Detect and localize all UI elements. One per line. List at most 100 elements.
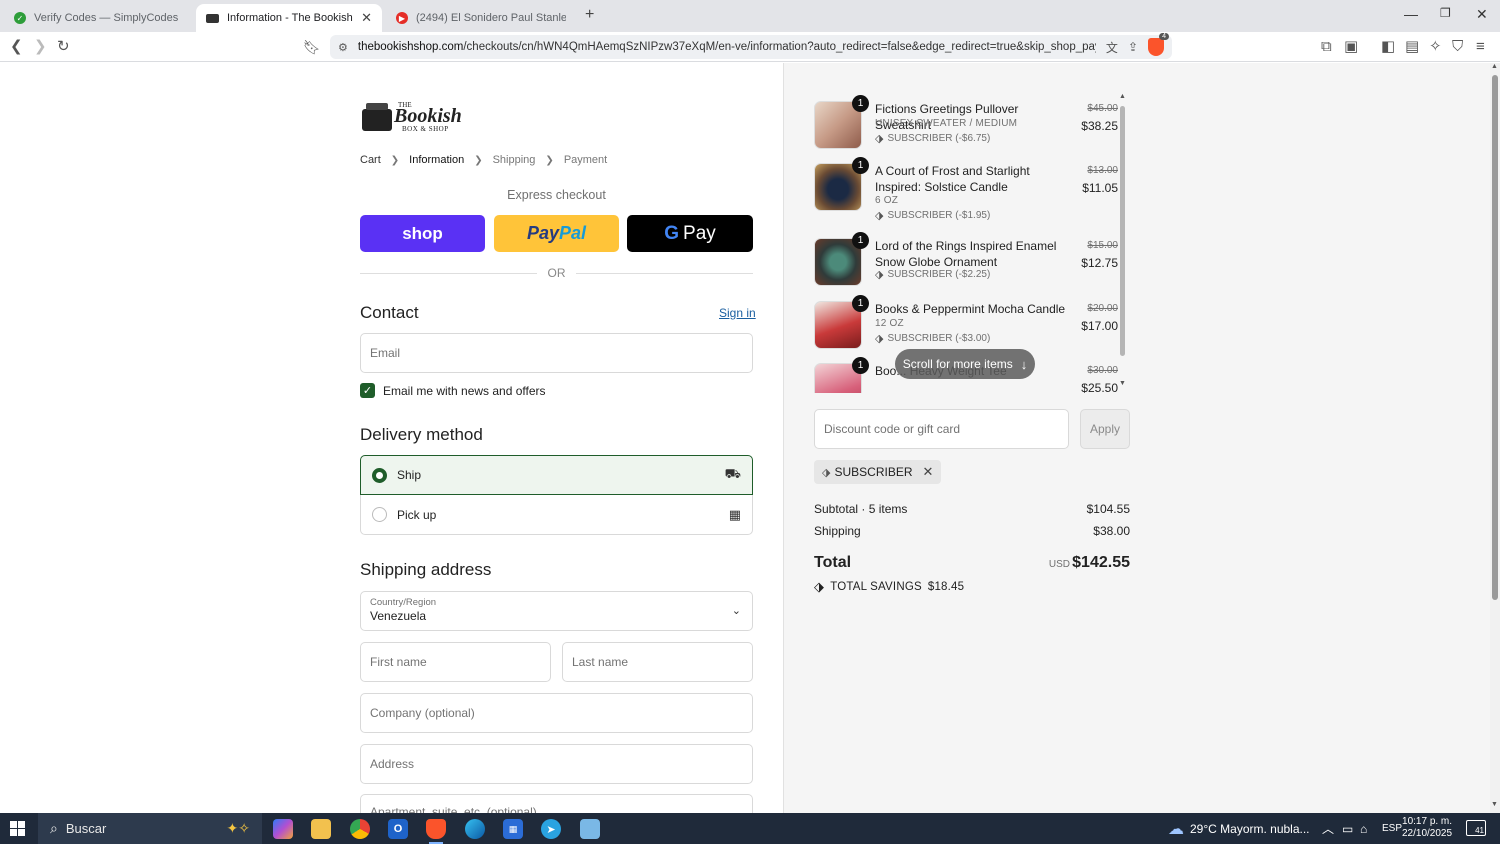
menu-icon[interactable]: ≡ <box>1476 38 1485 56</box>
file-explorer-icon[interactable] <box>311 819 331 839</box>
scroll-for-more-button[interactable]: Scroll for more items ↓ <box>895 349 1035 379</box>
windows-start-icon[interactable] <box>10 821 25 836</box>
wallet-icon[interactable]: ▤ <box>1405 38 1419 56</box>
forward-icon[interactable]: ❯ <box>34 38 47 56</box>
product-discount: ⬗ SUBSCRIBER (-$2.25) <box>875 268 990 281</box>
scroll-up-icon[interactable]: ▲ <box>1491 63 1498 70</box>
screenshot-icon[interactable]: ▣ <box>1344 38 1358 56</box>
page-scrollbar[interactable]: ▲ ▼ <box>1490 63 1500 813</box>
scroll-down-icon[interactable]: ▼ <box>1119 380 1126 387</box>
delivery-option-ship[interactable]: Ship ⛟ <box>360 455 753 495</box>
company-input[interactable] <box>370 706 743 720</box>
breadcrumb-cart[interactable]: Cart <box>360 154 381 166</box>
notepad-icon[interactable] <box>580 819 600 839</box>
language-indicator[interactable]: ESP <box>1382 813 1402 844</box>
shop-logo[interactable]: THE Bookish BOX & SHOP <box>362 101 462 135</box>
extensions-icon[interactable]: ⧉ <box>1321 38 1332 56</box>
share-icon[interactable]: ⇪ <box>1128 40 1138 54</box>
last-name-input[interactable] <box>572 655 743 669</box>
address-bar[interactable]: ⚙ thebookishshop.com/checkouts/cn/hWN4Qm… <box>330 33 1172 59</box>
discount-code-field[interactable] <box>814 409 1069 449</box>
window-close-icon[interactable]: ✕ <box>1476 6 1488 23</box>
newsletter-checkbox-row[interactable]: ✓ Email me with news and offers <box>360 383 546 398</box>
paypal-button[interactable]: Pay Pal <box>494 215 619 252</box>
list-item: 1 Lord of the Rings Inspired Enamel Snow… <box>814 232 1118 298</box>
translate-icon[interactable]: 文 <box>1106 39 1118 56</box>
back-icon[interactable]: ❮ <box>10 38 23 56</box>
product-name: Books & Peppermint Mocha Candle <box>875 302 1066 316</box>
apartment-input[interactable] <box>370 805 743 813</box>
email-input[interactable] <box>370 346 743 360</box>
close-tab-icon[interactable]: ✕ <box>361 10 372 26</box>
last-name-field[interactable] <box>562 642 753 682</box>
items-scrollbar[interactable]: ▲ ▼ <box>1119 93 1126 387</box>
notifications-icon[interactable]: 41 <box>1466 820 1486 836</box>
site-info-icon[interactable]: ⚙ <box>338 41 348 54</box>
cart-items-list[interactable]: 1 Fictions Greetings Pullover Sweatshirt… <box>814 93 1130 393</box>
product-variant: 12 OZ <box>875 318 904 329</box>
network-icon[interactable]: ⌂ <box>1360 813 1367 844</box>
scroll-down-icon[interactable]: ▼ <box>1491 801 1498 808</box>
minimize-icon[interactable]: — <box>1404 6 1418 22</box>
tray-overflow-icon[interactable]: ︿ <box>1322 813 1334 844</box>
edge-icon[interactable] <box>465 819 485 839</box>
brave-browser-icon[interactable] <box>426 819 446 844</box>
country-select[interactable]: Country/Region Venezuela ⌄ <box>360 591 753 631</box>
leo-ai-icon[interactable]: ✧ <box>1429 38 1442 56</box>
weather-widget[interactable]: ☁ 29°C Mayorm. nubla... <box>1168 813 1310 844</box>
tab-bookish-shop[interactable]: Information - The Bookish Shop ✕ <box>196 4 382 32</box>
chrome-icon[interactable] <box>350 819 370 839</box>
microsoft-store-icon[interactable]: ▦ <box>503 819 523 839</box>
shop-pay-button[interactable]: shop <box>360 215 485 252</box>
reload-icon[interactable]: ↻ <box>57 38 70 56</box>
apply-button[interactable]: Apply <box>1080 409 1130 449</box>
delivery-option-pickup[interactable]: Pick up ▦ <box>360 495 753 535</box>
taskbar-search[interactable]: ⌕ Buscar ✦✧ <box>38 813 262 844</box>
email-field[interactable] <box>360 333 753 373</box>
vpn-icon[interactable]: ⛉ <box>1452 38 1463 56</box>
restore-icon[interactable]: ❐ <box>1440 6 1451 20</box>
quantity-badge: 1 <box>852 157 869 174</box>
bookmark-icon[interactable]: 🔖︎ <box>303 38 321 56</box>
tag-icon: ⬗ <box>875 133 884 145</box>
url-text[interactable]: thebookishshop.com/checkouts/cn/hWN4QmHA… <box>358 41 1096 53</box>
first-name-field[interactable] <box>360 642 551 682</box>
simplycodes-favicon-icon: ✓ <box>14 12 26 24</box>
divider-line <box>576 273 753 274</box>
new-tab-icon[interactable]: + <box>585 6 594 24</box>
chevron-right-icon: ❯ <box>390 154 400 166</box>
telegram-icon[interactable]: ➤ <box>541 819 561 839</box>
windows-taskbar: ⌕ Buscar ✦✧ O ▦ ➤ ☁ 29°C Mayorm. nubla..… <box>0 813 1500 844</box>
shipping-row: Shipping $38.00 <box>814 524 1130 538</box>
tab-simplycodes[interactable]: ✓ Verify Codes — SimplyCodes <box>4 4 194 32</box>
outlook-icon[interactable]: O <box>388 819 408 839</box>
battery-icon[interactable]: ▭ <box>1342 813 1353 844</box>
sidebar-icon[interactable]: ◧ <box>1381 38 1395 56</box>
clock[interactable]: 10:17 p. m. 22/10/2025 <box>1402 816 1452 840</box>
address-input[interactable] <box>370 757 743 771</box>
applied-code-text: SUBSCRIBER <box>834 465 913 479</box>
address-field[interactable] <box>360 744 753 784</box>
scroll-up-icon[interactable]: ▲ <box>1119 93 1126 100</box>
apartment-field[interactable] <box>360 794 753 813</box>
apply-label: Apply <box>1089 422 1121 436</box>
google-pay-button[interactable]: G Pay <box>627 215 753 252</box>
discount-code-input[interactable] <box>824 422 1059 436</box>
sign-in-link[interactable]: Sign in <box>719 306 756 320</box>
remove-code-icon[interactable]: ✕ <box>923 464 934 480</box>
first-name-input[interactable] <box>370 655 541 669</box>
copilot-app-icon[interactable] <box>273 819 293 839</box>
page-scrollbar-thumb[interactable] <box>1492 75 1498 600</box>
pickup-radio[interactable] <box>372 507 387 522</box>
newsletter-label[interactable]: Email me with news and offers <box>383 384 546 398</box>
tab-youtube[interactable]: ▶ (2494) El Sonidero Paul Stanley - YouT… <box>386 4 576 32</box>
google-g-icon: G <box>664 222 680 244</box>
total-savings: ⬗ TOTAL SAVINGS $18.45 <box>814 579 964 595</box>
ship-radio[interactable] <box>372 467 387 483</box>
brave-shields-icon[interactable]: 4 <box>1148 33 1169 56</box>
company-field[interactable] <box>360 693 753 733</box>
chevron-right-icon: ❯ <box>545 154 554 166</box>
newsletter-checkbox[interactable]: ✓ <box>360 383 375 398</box>
items-scrollbar-thumb[interactable] <box>1120 106 1125 356</box>
breadcrumb-payment: Payment <box>563 154 608 166</box>
